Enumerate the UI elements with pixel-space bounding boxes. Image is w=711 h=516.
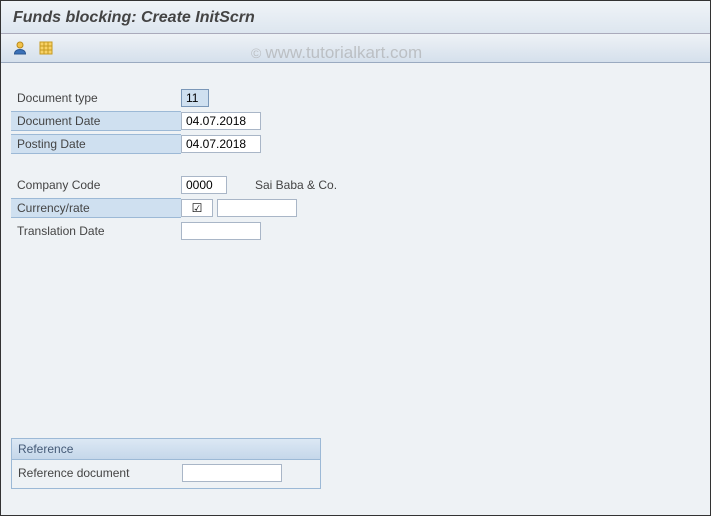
reference-title: Reference <box>12 439 320 460</box>
input-posting-date[interactable] <box>181 135 261 153</box>
label-posting-date: Posting Date <box>11 134 181 154</box>
reference-body: Reference document <box>12 460 320 488</box>
person-icon <box>12 40 28 56</box>
title-bar: Funds blocking: Create InitScrn <box>1 1 710 34</box>
label-reference-document: Reference document <box>18 466 182 480</box>
input-currency[interactable] <box>181 199 213 217</box>
content-area: Document type Document Date Posting Date… <box>1 63 710 516</box>
row-document-date: Document Date <box>11 110 700 132</box>
label-document-type: Document type <box>11 89 181 107</box>
row-translation-date: Translation Date <box>11 220 700 242</box>
row-posting-date: Posting Date <box>11 133 700 155</box>
label-currency-rate: Currency/rate <box>11 198 181 218</box>
input-document-date[interactable] <box>181 112 261 130</box>
input-document-type[interactable] <box>181 89 209 107</box>
app-window: Funds blocking: Create InitScrn Document… <box>0 0 711 516</box>
label-company-code: Company Code <box>11 176 181 194</box>
page-title: Funds blocking: Create InitScrn <box>13 9 698 27</box>
row-company-code: Company Code Sai Baba & Co. <box>11 174 700 196</box>
toolbar <box>1 34 710 63</box>
grid-icon <box>38 40 54 56</box>
user-icon[interactable] <box>9 38 31 58</box>
reference-groupbox: Reference Reference document <box>11 438 321 489</box>
input-rate[interactable] <box>217 199 297 217</box>
input-reference-document[interactable] <box>182 464 282 482</box>
company-code-desc: Sai Baba & Co. <box>255 178 337 192</box>
layout-icon[interactable] <box>35 38 57 58</box>
label-translation-date: Translation Date <box>11 222 181 240</box>
row-currency-rate: Currency/rate <box>11 197 700 219</box>
label-document-date: Document Date <box>11 111 181 131</box>
row-document-type: Document type <box>11 87 700 109</box>
input-company-code[interactable] <box>181 176 227 194</box>
input-translation-date[interactable] <box>181 222 261 240</box>
